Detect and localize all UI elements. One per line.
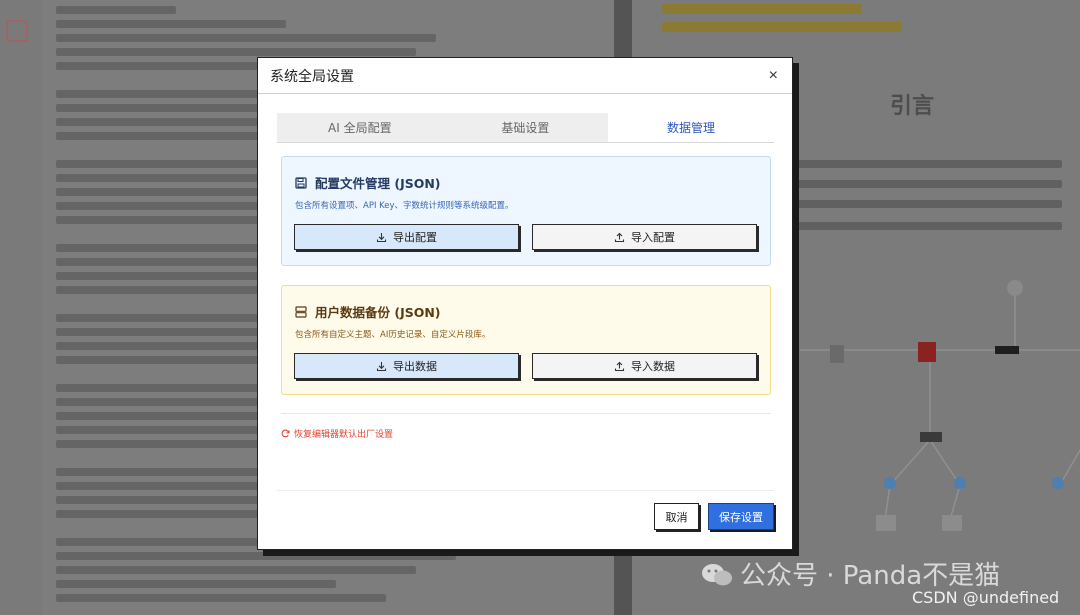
download-icon <box>376 232 387 242</box>
footer-divider <box>277 490 774 491</box>
cancel-button[interactable]: 取消 <box>654 503 699 530</box>
blurred-text-line <box>56 48 416 56</box>
blurred-text-line <box>56 20 286 28</box>
export-config-button[interactable]: 导出配置 <box>294 224 519 250</box>
refresh-icon <box>281 429 290 438</box>
tab-data-management[interactable]: 数据管理 <box>608 113 774 142</box>
blurred-highlight-line <box>662 22 902 32</box>
dialog-header: 系统全局设置 × <box>258 58 792 94</box>
settings-tabs: AI 全局配置 基础设置 数据管理 <box>277 113 774 143</box>
wechat-watermark: 公众号 · Panda不是猫 <box>700 555 1000 592</box>
config-section-title: 配置文件管理 (JSON) <box>315 176 441 191</box>
import-config-label: 导入配置 <box>631 231 675 244</box>
data-section-title: 用户数据备份 (JSON) <box>315 305 441 320</box>
data-section-heading: 用户数据备份 (JSON) <box>295 302 441 321</box>
reset-defaults-label: 恢复编辑器默认出厂设置 <box>294 430 394 440</box>
export-data-label: 导出数据 <box>393 360 437 373</box>
blurred-text-line <box>56 580 336 588</box>
config-section-heading: 配置文件管理 (JSON) <box>295 173 441 192</box>
download-icon <box>376 361 387 371</box>
upload-icon <box>614 361 625 371</box>
blurred-highlight-line <box>662 4 862 14</box>
credit-text: CSDN @undefined <box>912 588 1060 607</box>
save-settings-button[interactable]: 保存设置 <box>708 503 774 530</box>
blurred-text-line <box>792 200 1062 208</box>
import-data-label: 导入数据 <box>631 360 675 373</box>
import-data-button[interactable]: 导入数据 <box>532 353 757 379</box>
dialog-title: 系统全局设置 <box>270 68 354 85</box>
section-divider <box>281 413 771 414</box>
save-disk-icon <box>295 176 307 189</box>
left-toolbar-strip <box>0 0 42 615</box>
import-config-button[interactable]: 导入配置 <box>532 224 757 250</box>
blurred-text-line <box>56 34 436 42</box>
tab-basic-settings[interactable]: 基础设置 <box>442 113 609 142</box>
reset-defaults-link[interactable]: 恢复编辑器默认出厂设置 <box>281 427 393 440</box>
user-data-backup-section: 用户数据备份 (JSON) 包含所有自定义主题、AI历史记录、自定义片段库。 导… <box>281 285 771 395</box>
preview-heading: 引言 <box>890 94 935 119</box>
blurred-text-line <box>792 160 1062 168</box>
blurred-text-line <box>56 258 286 266</box>
blurred-text-line <box>56 552 456 560</box>
config-section-description: 包含所有设置项、API Key、字数统计规则等系统级配置。 <box>295 201 514 211</box>
global-settings-dialog: 系统全局设置 × AI 全局配置 基础设置 数据管理 配置文件管理 (JSON)… <box>257 57 793 550</box>
export-data-button[interactable]: 导出数据 <box>294 353 519 379</box>
database-icon <box>295 305 307 318</box>
wechat-icon <box>702 564 732 586</box>
toolbar-mark <box>6 20 28 42</box>
close-button[interactable]: × <box>769 67 778 85</box>
blurred-text-line <box>56 6 176 14</box>
blurred-text-line <box>56 594 386 602</box>
blurred-text-line <box>56 566 416 574</box>
watermark-text: 公众号 · Panda不是猫 <box>740 561 1001 591</box>
config-file-section: 配置文件管理 (JSON) 包含所有设置项、API Key、字数统计规则等系统级… <box>281 156 771 266</box>
network-diagram-image <box>800 280 1080 531</box>
blurred-text-line <box>792 180 1062 188</box>
blurred-text-line <box>792 222 1062 230</box>
upload-icon <box>614 232 625 242</box>
tab-ai-global-config[interactable]: AI 全局配置 <box>277 113 443 142</box>
export-config-label: 导出配置 <box>393 231 437 244</box>
data-section-description: 包含所有自定义主题、AI历史记录、自定义片段库。 <box>295 330 491 340</box>
